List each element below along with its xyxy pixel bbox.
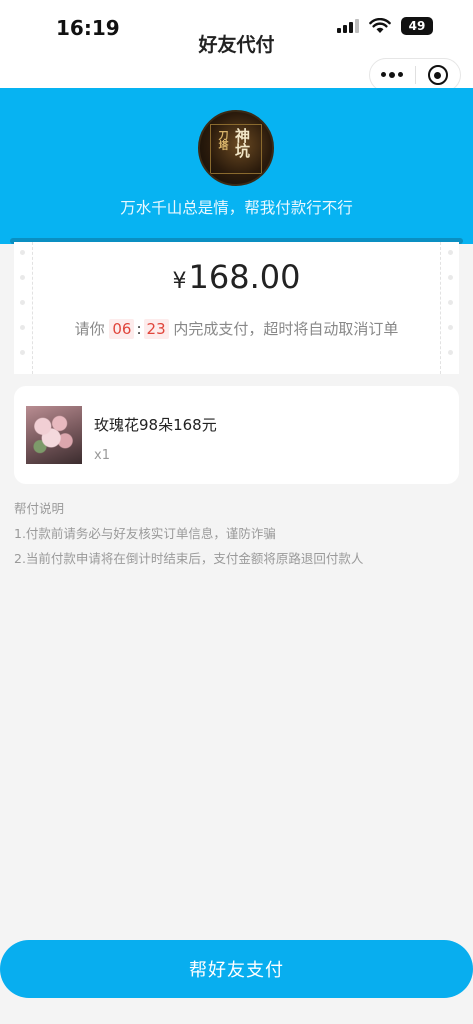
product-name: 玫瑰花98朵168元 bbox=[94, 416, 217, 434]
mini-program-capsule bbox=[369, 58, 461, 92]
countdown-notice: 请你 06:23 内完成支付，超时将自动取消订单 bbox=[14, 318, 459, 339]
product-image bbox=[26, 406, 82, 464]
battery-icon: 49 bbox=[401, 17, 433, 35]
product-card[interactable]: 玫瑰花98朵168元 x1 bbox=[14, 386, 459, 484]
requester-header: 刀塔 神坑 万水千山总是情，帮我付款行不行 bbox=[0, 88, 473, 244]
pay-for-friend-button[interactable]: 帮好友支付 bbox=[0, 940, 473, 998]
status-bar: 16:19 49 bbox=[0, 0, 473, 56]
instructions-title: 帮付说明 bbox=[14, 501, 65, 516]
more-icon bbox=[381, 72, 404, 78]
payment-ticket: ¥168.00 请你 06:23 内完成支付，超时将自动取消订单 bbox=[14, 242, 459, 374]
more-button[interactable] bbox=[370, 59, 415, 91]
status-icons: 49 bbox=[337, 17, 433, 35]
payment-instructions: 帮付说明 1.付款前请务必与好友核实订单信息，谨防诈骗 2.当前付款申请将在倒计… bbox=[14, 496, 459, 571]
countdown-minutes: 06 bbox=[109, 319, 135, 339]
status-time: 16:19 bbox=[56, 16, 120, 40]
product-quantity: x1 bbox=[94, 448, 110, 463]
avatar-text-small: 刀塔 bbox=[216, 130, 227, 150]
signal-icon bbox=[337, 19, 359, 33]
target-icon bbox=[427, 65, 448, 85]
payment-amount: ¥168.00 bbox=[14, 258, 459, 296]
avatar-text-large: 神坑 bbox=[233, 128, 251, 158]
countdown-seconds: 23 bbox=[143, 319, 169, 339]
avatar: 刀塔 神坑 bbox=[198, 110, 274, 186]
wifi-icon bbox=[369, 18, 391, 33]
countdown-suffix: 内完成支付，超时将自动取消订单 bbox=[173, 320, 399, 338]
amount-value: 168.00 bbox=[188, 258, 301, 296]
countdown-prefix: 请你 bbox=[74, 320, 105, 338]
close-mini-program-button[interactable] bbox=[416, 59, 461, 91]
request-message: 万水千山总是情，帮我付款行不行 bbox=[120, 199, 353, 217]
countdown-separator: : bbox=[136, 320, 142, 338]
instruction-item: 2.当前付款申请将在倒计时结束后，支付金额将原路退回付款人 bbox=[14, 551, 364, 566]
instruction-item: 1.付款前请务必与好友核实订单信息，谨防诈骗 bbox=[14, 526, 276, 541]
currency-symbol: ¥ bbox=[172, 269, 187, 294]
